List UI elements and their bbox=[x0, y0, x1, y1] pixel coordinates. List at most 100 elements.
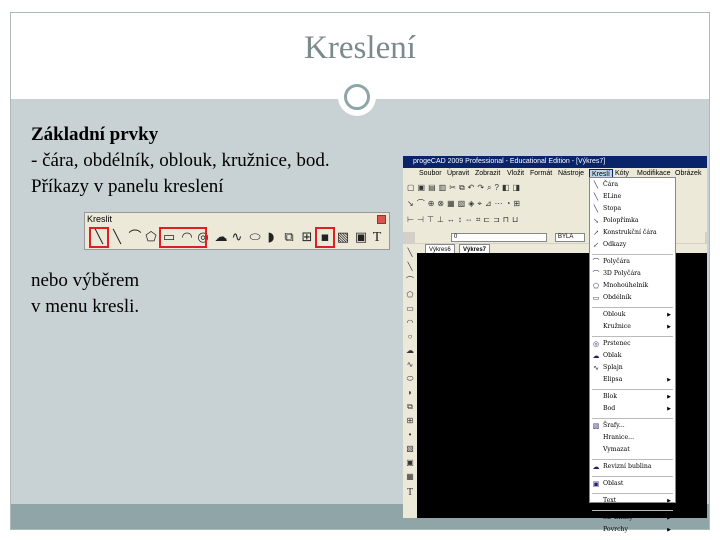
donut-icon: ◎ bbox=[592, 340, 600, 348]
make-block-icon[interactable]: ⊞ bbox=[405, 416, 415, 426]
menu-item[interactable]: Povrchy ▶ bbox=[590, 525, 675, 535]
menu-item[interactable]: ⬠ Mnohoúhelník bbox=[590, 281, 675, 291]
menu-format[interactable]: Formát bbox=[530, 168, 552, 180]
region-icon[interactable]: ▣ bbox=[353, 230, 369, 246]
block-icon bbox=[592, 393, 600, 401]
insert-block-icon[interactable]: ⧉ bbox=[405, 402, 415, 412]
cloud-icon: ☁ bbox=[592, 352, 600, 360]
text-icon[interactable]: T bbox=[369, 230, 385, 246]
ray-icon: ↘ bbox=[593, 217, 599, 225]
construction-line-icon[interactable]: ╲ bbox=[405, 262, 415, 272]
revision-cloud-icon[interactable]: ☁ bbox=[213, 230, 229, 246]
boundary-icon bbox=[592, 434, 600, 442]
menu-item[interactable]: ▣ Oblast bbox=[590, 479, 675, 489]
construction-line-icon: ↗ bbox=[593, 229, 599, 237]
rectangle-icon[interactable]: ▭ bbox=[405, 304, 415, 314]
polyline-icon[interactable]: ⌒ bbox=[405, 276, 415, 286]
menu-upravit[interactable]: Úpravit bbox=[447, 168, 469, 180]
close-icon[interactable] bbox=[377, 215, 386, 224]
body-line-3: nebo výběrem bbox=[31, 270, 140, 291]
title-ring-decoration bbox=[344, 84, 370, 110]
menu-item[interactable]: ╲ Stopa bbox=[590, 204, 675, 214]
ellipse-arc-icon[interactable]: ◗ bbox=[263, 230, 279, 246]
ellipse-icon[interactable]: ⬭ bbox=[405, 374, 415, 384]
revision-cloud-icon[interactable]: ☁ bbox=[405, 346, 415, 356]
insert-block-icon[interactable]: ⧉ bbox=[281, 230, 297, 246]
polygon-icon[interactable]: ⬠ bbox=[143, 230, 159, 246]
menu-item-label: Oblak bbox=[603, 352, 622, 359]
table-icon[interactable]: ▦ bbox=[405, 472, 415, 482]
menu-item-label: Vymazat bbox=[603, 446, 630, 453]
menu-zobrazit[interactable]: Zobrazit bbox=[475, 168, 500, 180]
menu-separator bbox=[592, 510, 673, 511]
line-icon[interactable]: ╲ bbox=[405, 248, 415, 258]
polygon-icon[interactable]: ⬠ bbox=[405, 290, 415, 300]
menu-item[interactable]: Hranice... bbox=[590, 433, 675, 443]
make-block-icon[interactable]: ⊞ bbox=[299, 230, 315, 246]
menu-separator bbox=[592, 254, 673, 255]
menu-item-label: Mnohoúhelník bbox=[603, 282, 649, 289]
hatch-icon[interactable]: ▧ bbox=[405, 444, 415, 454]
submenu-arrow-icon: ▶ bbox=[667, 324, 671, 330]
point-icon[interactable]: • bbox=[405, 430, 415, 440]
menu-soubor[interactable]: Soubor bbox=[419, 168, 442, 180]
menu-item-label: ELine bbox=[603, 193, 622, 200]
menu-item[interactable]: 3D Entity ▶ bbox=[590, 513, 675, 523]
body-text-2: nebo výběrem v menu kresli. bbox=[31, 268, 139, 320]
menu-item[interactable]: Elipsa ▶ bbox=[590, 375, 675, 385]
menu-item[interactable]: ∿ Splajn bbox=[590, 363, 675, 373]
ellipse-icon bbox=[592, 376, 600, 384]
body-heading: Základní prvky bbox=[31, 124, 159, 145]
menu-item[interactable]: Text ▶ bbox=[590, 496, 675, 506]
circle-icon[interactable]: ○ bbox=[405, 332, 415, 342]
menu-item[interactable]: Vymazat bbox=[590, 445, 675, 455]
menu-nastroje[interactable]: Nástroje bbox=[558, 168, 584, 180]
menu-item[interactable]: ⌒ 3D Polyčára bbox=[590, 269, 675, 279]
menu-item[interactable]: ↙ Odkazy bbox=[590, 240, 675, 250]
surfaces-icon bbox=[592, 526, 600, 534]
highlight-rect-arc-circle bbox=[159, 227, 207, 248]
submenu-arrow-icon: ▶ bbox=[667, 515, 671, 521]
arc-icon[interactable]: ◠ bbox=[405, 318, 415, 328]
menu-item[interactable]: ╲ ELine bbox=[590, 192, 675, 202]
ellipse-icon[interactable]: ⬭ bbox=[247, 230, 263, 246]
menu-item[interactable]: Kružnice ▶ bbox=[590, 322, 675, 332]
spline-icon[interactable]: ∿ bbox=[405, 360, 415, 370]
menu-item[interactable]: Blok ▶ bbox=[590, 392, 675, 402]
color-combo[interactable]: BYLA bbox=[555, 233, 585, 242]
menu-item[interactable]: ╲ Čára bbox=[590, 180, 675, 190]
leader-icon: ↙ bbox=[593, 241, 599, 249]
menu-item[interactable]: ⌒ Polyčára bbox=[590, 257, 675, 267]
menu-item[interactable]: Bod ▶ bbox=[590, 404, 675, 414]
point-icon bbox=[592, 405, 600, 413]
spline-icon[interactable]: ∿ bbox=[229, 230, 245, 246]
menu-item[interactable]: ↗ Konstrukční čára bbox=[590, 228, 675, 238]
menu-item-label: Konstrukční čára bbox=[603, 229, 657, 236]
menu-obrazek[interactable]: Obrázek bbox=[675, 168, 701, 180]
menu-item-label: Polyčára bbox=[603, 258, 630, 265]
menu-item[interactable]: ☁ Oblak bbox=[590, 351, 675, 361]
menu-item[interactable]: ▭ Obdélník bbox=[590, 293, 675, 303]
highlight-point bbox=[315, 227, 335, 248]
polyline-icon[interactable]: ⌒ bbox=[127, 230, 143, 246]
text-icon[interactable]: T bbox=[405, 488, 415, 498]
menu-item[interactable]: Oblouk ▶ bbox=[590, 310, 675, 320]
menu-vlozit[interactable]: Vložit bbox=[507, 168, 524, 180]
region-icon: ▣ bbox=[592, 480, 600, 488]
layer-combo[interactable]: 0 bbox=[451, 233, 547, 242]
menu-item[interactable]: ☁ Revizní bublina bbox=[590, 462, 675, 472]
menu-item-label: Prstenec bbox=[603, 340, 631, 347]
menu-item-label: Splajn bbox=[603, 364, 623, 371]
menu-item-label: 3D Entity bbox=[603, 514, 633, 521]
construction-line-icon[interactable]: ╲ bbox=[109, 230, 125, 246]
hatch-icon[interactable]: ▧ bbox=[335, 230, 351, 246]
menu-item-label: Oblast bbox=[603, 480, 624, 487]
menu-item[interactable]: ◎ Prstenec bbox=[590, 339, 675, 349]
menu-item[interactable]: ▧ Šrafy... bbox=[590, 421, 675, 431]
menu-item-label: Elipsa bbox=[603, 376, 623, 383]
ellipse-arc-icon[interactable]: ◗ bbox=[405, 388, 415, 398]
menu-item[interactable]: ↘ Polopřímka bbox=[590, 216, 675, 226]
region-icon[interactable]: ▣ bbox=[405, 458, 415, 468]
trace-icon: ╲ bbox=[593, 205, 599, 213]
menu-item-label: Šrafy... bbox=[603, 422, 625, 429]
